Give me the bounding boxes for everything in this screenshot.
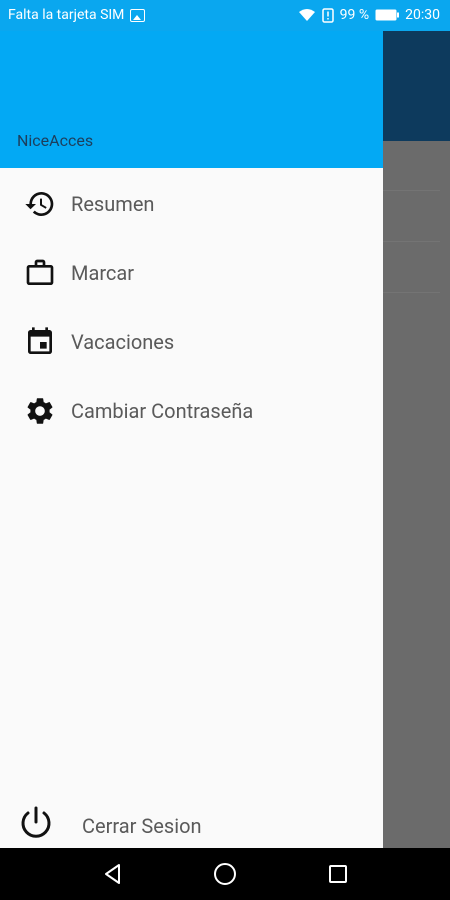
battery-alert-icon (321, 7, 334, 23)
menu-item-vacaciones[interactable]: Vacaciones (0, 314, 383, 370)
app-name: NiceAcces (17, 131, 94, 150)
power-icon (16, 802, 56, 842)
status-right: 99 % 20:30 (298, 7, 440, 23)
battery-icon (375, 9, 400, 21)
recents-square-icon (329, 865, 347, 883)
menu-item-label: Resumen (71, 192, 155, 216)
menu-item-marcar[interactable]: Marcar (0, 245, 383, 301)
background-divider (383, 241, 440, 242)
background-divider (383, 190, 440, 191)
logout-label: Cerrar Sesion (82, 814, 202, 838)
system-nav-bar (0, 848, 450, 900)
logout-button[interactable]: Cerrar Sesion (0, 794, 383, 848)
wifi-icon (298, 9, 315, 21)
navigation-drawer: NiceAcces Resumen Marcar Vacaciones Camb… (0, 31, 383, 848)
carrier-text: Falta la tarjeta SIM (8, 7, 125, 23)
menu-item-label: Cambiar Contraseña (71, 399, 254, 423)
clock-time: 20:30 (405, 7, 440, 23)
back-button[interactable] (99, 860, 127, 888)
recents-button[interactable] (324, 860, 352, 888)
drawer-header: NiceAcces (0, 31, 383, 168)
home-circle-icon (214, 863, 236, 885)
status-left: Falta la tarjeta SIM (8, 7, 146, 23)
image-notification-icon (130, 8, 146, 22)
back-triangle-icon (105, 864, 120, 884)
history-icon (24, 188, 56, 220)
background-app-bar (383, 31, 450, 141)
briefcase-icon (24, 257, 56, 289)
menu-item-label: Marcar (71, 261, 135, 285)
menu-item-cambiar-contrasena[interactable]: Cambiar Contraseña (0, 383, 383, 439)
battery-percent: 99 % (339, 7, 370, 23)
background-scrim[interactable] (383, 141, 450, 847)
status-bar: Falta la tarjeta SIM 99 % 20:30 (0, 0, 450, 31)
home-button[interactable] (211, 860, 239, 888)
menu-item-label: Vacaciones (71, 330, 175, 354)
calendar-icon (24, 326, 56, 358)
menu-item-resumen[interactable]: Resumen (0, 176, 383, 232)
gear-icon (24, 395, 56, 427)
background-divider (383, 292, 440, 293)
